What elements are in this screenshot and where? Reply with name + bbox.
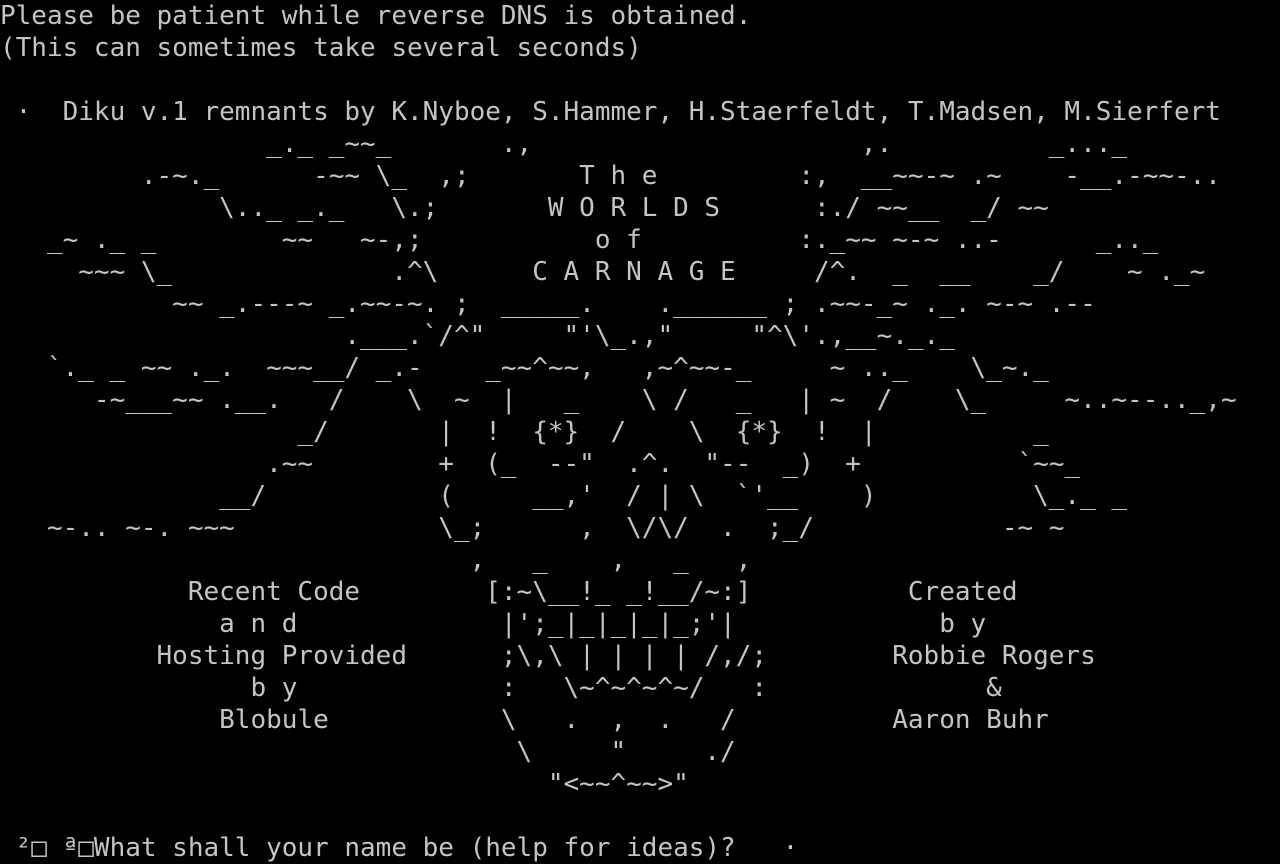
credits-art-line: b y : \~^~^~^~/ : & (0, 673, 1002, 703)
ascii-art-line: _._ _~~_ ., ,. _..._ (0, 129, 1128, 159)
name-prompt-input[interactable]: ²□ ª□What shall your name be (help for i… (0, 832, 1280, 864)
credits-art-line: a n d |';_|_|_|_|_;'| b y (0, 609, 987, 639)
ascii-art-line: ~~ _.---~ _.~~-~. ; _____. .______ ; .~~… (0, 289, 1096, 319)
terminal-window[interactable]: Please be patient while reverse DNS is o… (0, 0, 1280, 864)
ascii-art-line: _/ | ! {*} / \ {*} ! | _ (0, 417, 1049, 447)
ascii-art-line: __/ ( __,' / | \ `'__ ) \_._ _ (0, 481, 1128, 511)
ascii-art-line: , _ , _ , (0, 545, 752, 575)
dns-notice-line: Please be patient while reverse DNS is o… (0, 1, 752, 31)
ascii-art-line: ~-.. ~-. ~~~ \_; , \/\/ . ;_/ -~ ~ (0, 513, 1065, 543)
credits-line: · Diku v.1 remnants by K.Nyboe, S.Hammer… (0, 97, 1221, 127)
ascii-art-line: _~ ._ _ ~~ ~-,; o f :._~~ ~-~ ..- _.._ (0, 225, 1159, 255)
credits-art-line: Blobule \ . , . / Aaron Buhr (0, 705, 1049, 735)
ascii-art-line: "<~~^~~>" (0, 769, 689, 799)
dns-wait-line: (This can sometimes take several seconds… (0, 33, 642, 63)
ascii-art-line: \ " ./ (0, 737, 736, 767)
ascii-art-line: .___.`/^" "'\_.," "^\'.,__~._._ (0, 321, 955, 351)
ascii-art-line: \.._ _._ \.; W O R L D S :./ ~~__ _/ ~~ (0, 193, 1049, 223)
ascii-art-line: .-~._ -~~ \_ ,; T h e :, __~~-~ .~ -__.-… (0, 161, 1221, 191)
ascii-art-line: ~~~ \_ .^\ C A R N A G E /^. _ __ _/ ~ .… (0, 257, 1206, 287)
ascii-art-line: `._ _ ~~ ._. ~~~__/ _.- _~~^~~, ,~^~~-_ … (0, 353, 1049, 383)
ascii-art-line: .~~ + (_ --" .^. "-- _) + `~~_ (0, 449, 1081, 479)
ascii-art-line: -~___~~ .__. / \ ~ | _ \ / _ | ~ / \_ ~.… (0, 385, 1237, 415)
credits-art-line: Hosting Provided ;\,\ | | | | /,/; Robbi… (0, 641, 1096, 671)
credits-art-line: Recent Code [:~\__!_ _!__/~:] Created (0, 577, 1018, 607)
